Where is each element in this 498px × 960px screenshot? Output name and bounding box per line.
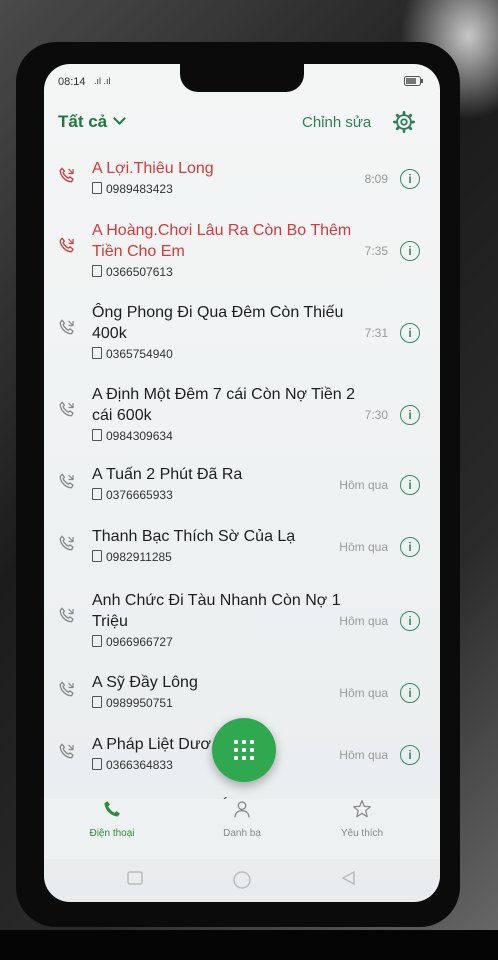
info-icon[interactable]: i [400, 745, 420, 765]
tab-favorites-label: Yêu thích [340, 828, 384, 839]
caller-name: A Định Một Đêm 7 cái Còn Nợ Tiền 2 cái 6… [92, 386, 356, 424]
caller-number-text: 0989950751 [106, 696, 173, 710]
caller-name: Thanh Bạc Thích Sờ Của Lạ [92, 528, 296, 545]
home-icon[interactable] [232, 870, 252, 890]
info-icon[interactable]: i [400, 537, 420, 557]
sim-icon [92, 429, 102, 441]
call-icon [59, 401, 74, 417]
call-log-row[interactable]: Ông Phong Đi Qua Đêm Còn Thiếu 400k 03657… [44, 296, 440, 378]
sim-icon [92, 265, 102, 277]
back-icon[interactable] [340, 870, 358, 886]
caller-name: Anh Chức Đi Tàu Nhanh Còn Nợ 1 Triệu [92, 592, 341, 630]
caller-number: 0984309634 [92, 429, 173, 443]
call-log-row[interactable]: Thanh Bạc Thích Sờ Của Lạ 0982911285 Hôm q… [44, 522, 440, 584]
missed-call-icon [59, 237, 74, 253]
caller-number-text: 0989483423 [106, 182, 173, 196]
caller-number: 0982911285 [92, 550, 172, 564]
info-icon[interactable]: i [400, 323, 420, 343]
background-band [0, 930, 498, 960]
battery-icon [404, 76, 424, 89]
caller-number: 0989483423 [92, 182, 173, 196]
call-time: 7:30 [364, 408, 388, 422]
camera-notch [180, 64, 304, 92]
tab-contacts[interactable]: Danh bạ [192, 799, 292, 839]
call-time: 7:35 [364, 244, 388, 258]
call-time: Hôm qua [339, 540, 388, 554]
call-log-row[interactable]: A Tuấn 2 Phút Đã Ra 0376665933 Hôm qua i [44, 460, 440, 522]
caller-number: 0365754940 [92, 347, 173, 361]
sim-icon [92, 550, 102, 562]
info-icon[interactable]: i [400, 475, 420, 495]
tab-phone-label: Điện thoại [89, 828, 135, 839]
status-time: 08:14 [58, 76, 86, 88]
call-log-row[interactable]: A Định Một Đêm 7 cái Còn Nợ Tiền 2 cái 6… [44, 378, 440, 460]
call-icon [59, 607, 74, 623]
filter-dropdown[interactable]: Tất cả [58, 112, 127, 132]
call-time: Hôm qua [339, 478, 388, 492]
call-time: Hôm qua [339, 748, 388, 762]
tab-phone[interactable]: Điện thoại [62, 799, 162, 839]
caller-number: 0376665933 [92, 488, 173, 502]
sim-icon [92, 758, 102, 770]
sim-icon [92, 347, 102, 359]
phone-icon [104, 801, 120, 817]
caller-number-text: 0366507613 [106, 265, 173, 279]
missed-call-icon [59, 167, 74, 183]
sim-icon [92, 635, 102, 647]
signal-icon: .ıl .ıl [94, 76, 111, 86]
sim-icon [92, 696, 102, 708]
caller-name: A Tuấn 2 Phút Đã Ra [92, 466, 243, 483]
call-icon [59, 473, 74, 489]
call-log-header: Tất cả Chỉnh sửa [44, 108, 440, 138]
caller-number: 0366364833 [92, 758, 173, 772]
info-icon[interactable]: i [400, 405, 420, 425]
tab-favorites[interactable]: Yêu thích [312, 799, 412, 839]
recent-apps-icon[interactable] [126, 870, 144, 886]
call-time: 8:09 [364, 172, 388, 186]
info-icon[interactable]: i [400, 169, 420, 189]
caller-number-text: 0984309634 [106, 429, 173, 443]
call-log-row[interactable]: Anh Chức Đi Tàu Nhanh Còn Nợ 1 Triệu 0966… [44, 584, 440, 668]
info-icon[interactable]: i [400, 241, 420, 261]
star-icon [353, 800, 371, 818]
call-time: 7:31 [364, 326, 388, 340]
gear-icon[interactable] [393, 111, 415, 133]
sim-icon [92, 182, 102, 194]
call-icon [59, 681, 74, 697]
call-icon [59, 319, 74, 335]
info-icon[interactable]: i [400, 611, 420, 631]
caller-number: 0989950751 [92, 696, 173, 710]
filter-label: Tất cả [58, 112, 108, 131]
tab-contacts-label: Danh bạ [223, 828, 261, 839]
call-log-row[interactable]: A Lợi.Thiêu Long 0989483423 8:09 i [44, 154, 440, 214]
call-log-row[interactable]: A Hoàng.Chơi Lâu Ra Còn Bo Thêm Tiền Cho… [44, 214, 440, 296]
caller-number-text: 0982911285 [106, 550, 172, 564]
call-time: Hôm qua [339, 686, 388, 700]
call-time: Hôm qua [339, 614, 388, 628]
call-icon [59, 535, 74, 551]
edit-button[interactable]: Chỉnh sửa [302, 114, 371, 131]
caller-name: A Lợi.Thiêu Long [92, 160, 214, 177]
caller-number-text: 0966966727 [106, 635, 173, 649]
caller-number-text: 0365754940 [106, 347, 173, 361]
phone-screen: 08:14 .ıl .ıl Tất cả Chỉnh sửa A Lợi.Thi… [44, 64, 440, 902]
caller-number: 0966966727 [92, 635, 173, 649]
sim-icon [92, 488, 102, 500]
caller-number-text: 0376665933 [106, 488, 173, 502]
call-icon [59, 743, 74, 759]
system-nav-bar [44, 860, 440, 902]
bottom-tab-bar: Điện thoại Danh bạ Yêu thích [44, 799, 440, 859]
caller-number-text: 0366364833 [106, 758, 173, 772]
chevron-down-icon [113, 112, 127, 125]
info-icon[interactable]: i [400, 683, 420, 703]
caller-number: 0366507613 [92, 265, 173, 279]
caller-name: Ông Phong Đi Qua Đêm Còn Thiếu 400k [92, 304, 344, 342]
dialpad-icon [234, 740, 254, 760]
contacts-icon [234, 801, 250, 818]
dialpad-button[interactable] [212, 718, 276, 782]
caller-name: A Hoàng.Chơi Lâu Ra Còn Bo Thêm Tiền Cho… [92, 222, 352, 260]
caller-name: A Sỹ Đầy Lông [92, 674, 198, 691]
